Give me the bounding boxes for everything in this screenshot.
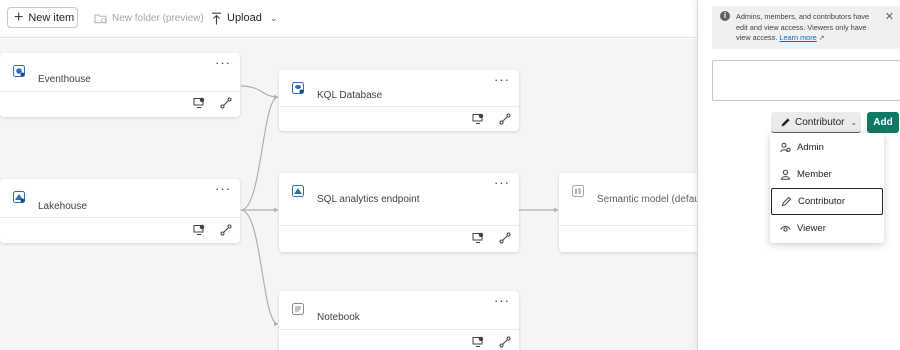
new-folder-label: New folder (preview) — [112, 12, 204, 24]
more-options-button[interactable]: ··· — [494, 175, 510, 190]
external-link-icon: ↗ — [818, 35, 825, 42]
new-item-label: New item — [28, 11, 75, 24]
connector-eventhouse-kql — [240, 85, 279, 98]
connector-lakehouse-kql — [240, 96, 279, 211]
notebook-icon — [292, 303, 304, 315]
role-option-label: Contributor — [798, 196, 845, 207]
role-option-label: Admin — [797, 142, 824, 153]
eventhouse-icon — [13, 65, 25, 77]
lineage-icon[interactable] — [220, 97, 232, 109]
card-divider — [279, 106, 519, 107]
info-banner-text: Admins, members, and contributors have e… — [736, 12, 882, 45]
eventhouse-card[interactable]: ··· Eventhouse — [0, 53, 240, 117]
more-options-button[interactable]: ··· — [494, 293, 510, 308]
learn-more-link[interactable]: Learn more — [779, 33, 816, 42]
chevron-down-icon: ⌄ — [850, 117, 858, 127]
card-label: Lakehouse — [38, 201, 87, 212]
role-option-label: Viewer — [797, 223, 826, 234]
sql-endpoint-icon — [292, 185, 304, 197]
lakehouse-icon — [13, 191, 25, 203]
admin-icon — [780, 142, 791, 153]
new-folder-button[interactable]: New folder (preview) — [94, 9, 204, 27]
role-option-contributor[interactable]: Contributor — [771, 188, 883, 215]
pencil-icon — [781, 117, 790, 126]
monitor-icon[interactable] — [193, 224, 205, 236]
card-divider — [559, 225, 697, 226]
card-label: KQL Database — [317, 90, 383, 101]
semantic-model-icon — [572, 185, 584, 197]
role-option-admin[interactable]: Admin — [771, 134, 883, 161]
people-input[interactable] — [712, 60, 900, 101]
more-options-button[interactable]: ··· — [494, 72, 510, 87]
monitor-icon[interactable] — [472, 232, 484, 244]
role-option-label: Member — [797, 169, 832, 180]
sql-endpoint-card[interactable]: ··· SQL analytics endpoint — [279, 173, 519, 252]
card-label: Eventhouse — [38, 74, 91, 85]
plus-icon: + — [14, 8, 24, 26]
card-divider — [0, 217, 240, 218]
pencil-icon — [781, 196, 792, 207]
role-dropdown-button[interactable]: Contributor ⌄ — [771, 112, 861, 133]
more-options-button[interactable]: ··· — [215, 55, 231, 70]
monitor-icon[interactable] — [193, 97, 205, 109]
workspace-toolbar: + New item New folder (preview) Upload ⌄ — [0, 0, 697, 38]
lineage-icon[interactable] — [499, 232, 511, 244]
role-option-viewer[interactable]: Viewer — [771, 215, 883, 242]
role-option-member[interactable]: Member — [771, 161, 883, 188]
upload-icon — [212, 12, 221, 24]
role-selected-label: Contributor — [795, 116, 845, 128]
upload-label: Upload — [227, 12, 262, 24]
connector-lakehouse-notebook — [240, 209, 279, 325]
card-label: Semantic model (default) — [597, 194, 697, 205]
lineage-icon[interactable] — [499, 336, 511, 348]
card-divider — [0, 91, 240, 92]
card-label: SQL analytics endpoint — [317, 194, 420, 205]
lineage-canvas: ··· Eventhouse ··· KQL Database ··· Lake… — [0, 39, 697, 350]
notebook-card[interactable]: ··· Notebook — [279, 291, 519, 350]
more-options-button[interactable]: ··· — [215, 181, 231, 196]
close-icon[interactable]: ✕ — [885, 10, 894, 23]
lineage-icon[interactable] — [499, 113, 511, 125]
semantic-model-card[interactable]: Semantic model (default) — [559, 173, 697, 252]
chevron-down-icon: ⌄ — [269, 12, 278, 23]
eye-icon — [780, 225, 791, 232]
new-item-button[interactable]: + New item — [7, 7, 78, 28]
card-divider — [279, 225, 519, 226]
lineage-icon[interactable] — [220, 224, 232, 236]
kql-database-card[interactable]: ··· KQL Database — [279, 70, 519, 131]
add-button[interactable]: Add — [867, 112, 899, 133]
lakehouse-card[interactable]: ··· Lakehouse — [0, 179, 240, 243]
info-icon: i — [720, 11, 730, 21]
card-divider — [279, 329, 519, 330]
member-icon — [780, 169, 791, 180]
monitor-icon[interactable] — [472, 336, 484, 348]
role-dropdown-menu: Admin Member Contributor Viewer — [770, 133, 884, 243]
info-banner: i Admins, members, and contributors have… — [712, 6, 900, 49]
upload-button[interactable]: Upload ⌄ — [211, 9, 277, 27]
kql-database-icon — [292, 82, 304, 94]
monitor-icon[interactable] — [472, 113, 484, 125]
card-label: Notebook — [317, 312, 360, 323]
folder-icon — [94, 14, 107, 23]
